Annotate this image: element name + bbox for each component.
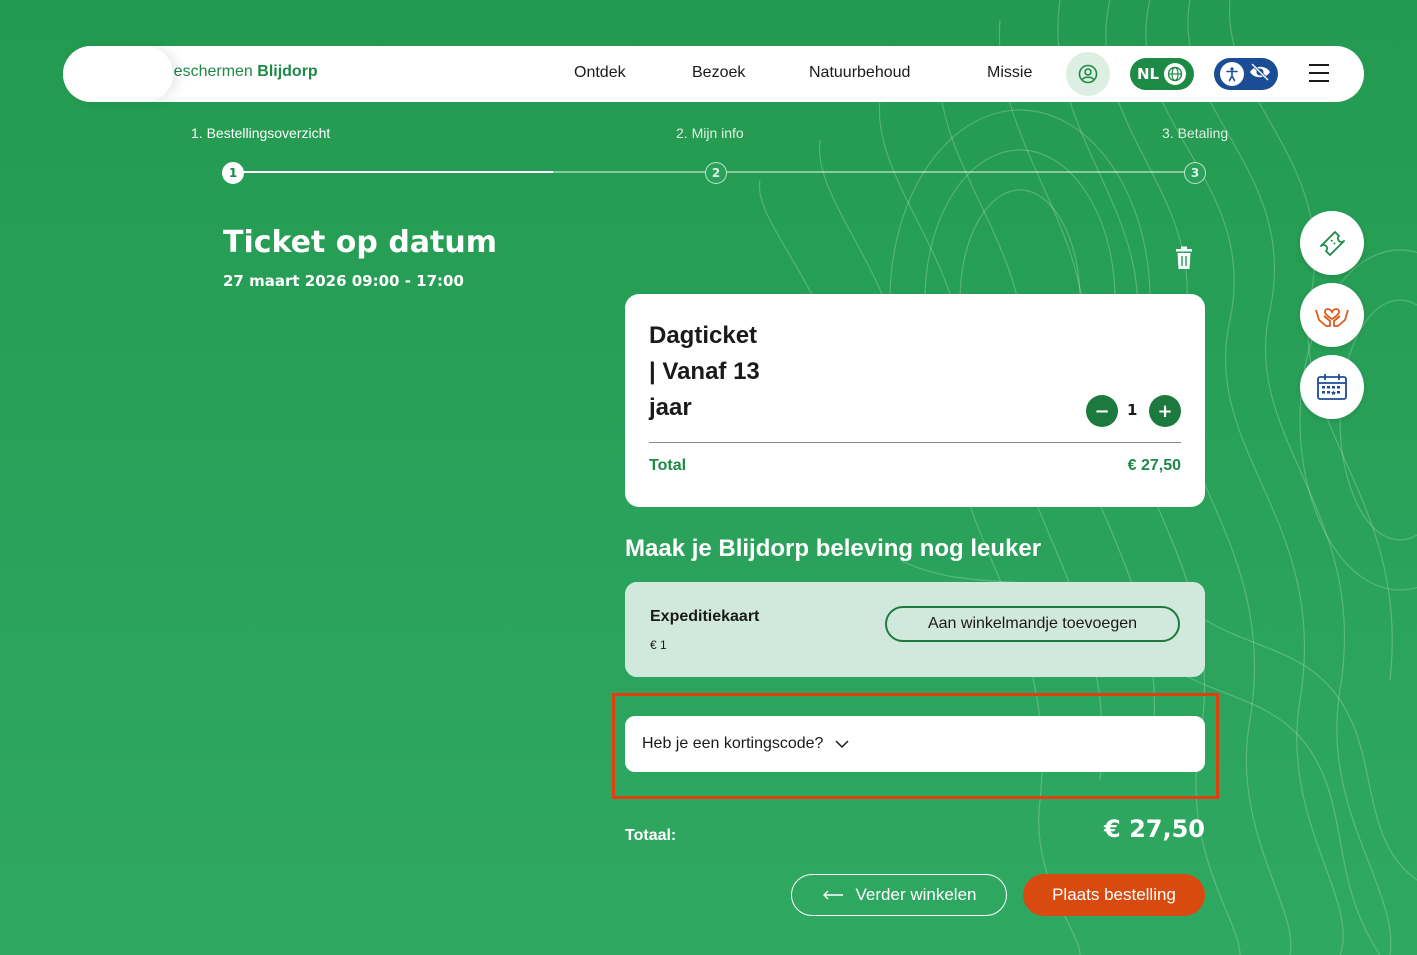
place-order-button[interactable]: Plaats bestelling [1023, 874, 1205, 916]
quantity-increase-button[interactable]: + [1149, 395, 1181, 427]
upsell-product-name: Expeditiekaart [650, 608, 760, 625]
card-total-value: € 27,50 [1127, 457, 1181, 474]
continue-shopping-label: Verder winkelen [855, 885, 977, 904]
nav-item-missie[interactable]: Missie [987, 64, 1032, 82]
heart-hands-icon [1315, 308, 1349, 327]
site-header: Beschermen Blijdorp Ontdek Bezoek Natuur… [63, 46, 1364, 102]
globe-icon [1164, 63, 1187, 85]
step-dot-3: 3 [1184, 162, 1206, 184]
hamburger-menu-icon[interactable] [1309, 64, 1329, 84]
add-to-cart-button[interactable]: Aan winkelmandje toevoegen [885, 606, 1180, 642]
arrow-left-icon [822, 890, 843, 900]
ticket-card: Dagticket | Vanaf 13 jaar − 1 + Total € … [625, 294, 1205, 507]
step-label-2: 2. Mijn info [676, 125, 744, 141]
nav-item-natuurbehoud[interactable]: Natuurbehoud [809, 64, 910, 82]
user-icon [1078, 64, 1098, 84]
card-divider [649, 442, 1181, 443]
continue-shopping-button[interactable]: Verder winkelen [791, 874, 1007, 916]
language-code: NL [1137, 65, 1160, 83]
ticket-name: Dagticket | Vanaf 13 jaar [649, 322, 760, 421]
ticket-icon [1320, 231, 1345, 256]
step-progress-remaining [553, 171, 1194, 173]
upsell-heading: Maak je Blijdorp beleving nog leuker [625, 535, 1042, 562]
ticket-date: 27 maart 2026 09:00 - 17:00 [223, 272, 464, 290]
donate-side-button[interactable] [1300, 283, 1364, 347]
brand-name[interactable]: Beschermen Blijdorp [163, 63, 353, 81]
order-total-label: Totaal: [625, 827, 677, 844]
trash-icon[interactable] [1174, 246, 1194, 270]
step-dot-2: 2 [705, 162, 727, 184]
logo[interactable] [63, 46, 173, 102]
step-label-3: 3. Betaling [1162, 125, 1229, 141]
ticket-title: Ticket op datum [223, 225, 498, 260]
calendar-icon [1317, 374, 1347, 400]
language-selector[interactable]: NL [1130, 58, 1194, 90]
accessibility-icon [1220, 62, 1244, 86]
step-label-1: 1. Bestellingsoverzicht [191, 125, 331, 141]
discount-code-label: Heb je een kortingscode? [642, 735, 824, 752]
order-total-value: € 27,50 [1104, 815, 1205, 843]
eye-off-icon [1248, 62, 1272, 86]
card-total-label: Total [649, 457, 687, 474]
nav-item-ontdek[interactable]: Ontdek [574, 64, 626, 82]
calendar-side-button[interactable] [1300, 355, 1364, 419]
quantity-decrease-button[interactable]: − [1086, 395, 1118, 427]
tickets-side-button[interactable] [1300, 211, 1364, 275]
account-button[interactable] [1066, 52, 1110, 96]
step-progress-done [233, 171, 553, 173]
nav-item-bezoek[interactable]: Bezoek [692, 64, 745, 82]
quantity-value: 1 [1127, 401, 1138, 419]
upsell-product-price: € 1 [650, 638, 667, 652]
accessibility-toggle[interactable] [1214, 58, 1278, 90]
chevron-down-icon [835, 740, 849, 749]
step-dot-1: 1 [222, 162, 244, 184]
discount-code-toggle[interactable]: Heb je een kortingscode? [625, 716, 1205, 772]
upsell-card: Expeditiekaart € 1 Aan winkelmandje toev… [625, 582, 1205, 677]
